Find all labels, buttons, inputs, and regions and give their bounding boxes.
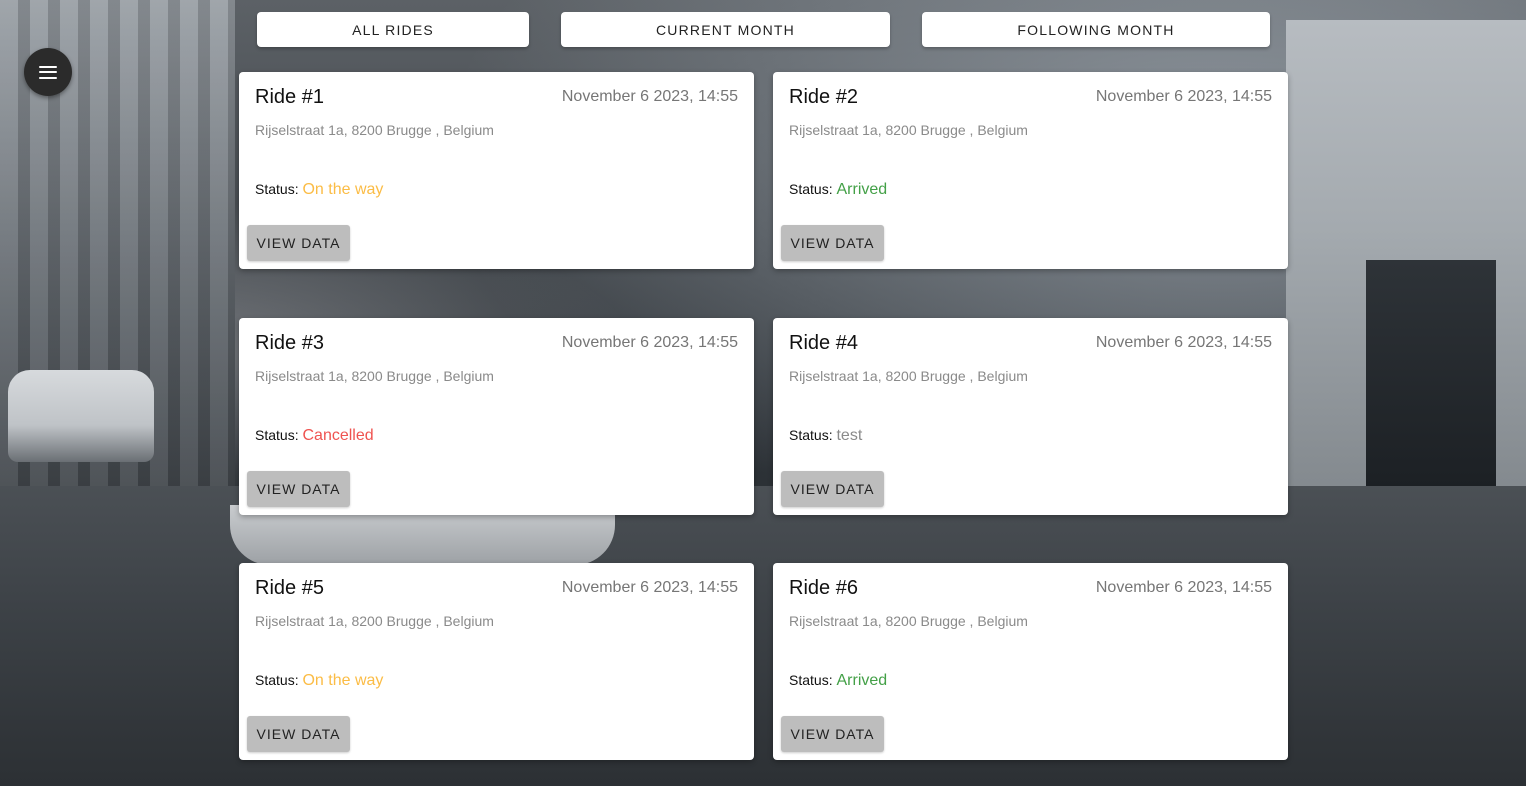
ride-card: Ride #6 November 6 2023, 14:55 Rijselstr… [773, 563, 1288, 760]
view-data-button[interactable]: VIEW DATA [247, 225, 350, 261]
status-value: test [836, 427, 863, 444]
view-data-button[interactable]: VIEW DATA [781, 716, 884, 752]
background-car [8, 370, 154, 462]
ride-title: Ride #1 [255, 86, 324, 108]
ride-date: November 6 2023, 14:55 [1095, 579, 1272, 596]
ride-title: Ride #3 [255, 332, 324, 354]
ride-status: Status: Cancelled [255, 427, 374, 445]
ride-title: Ride #5 [255, 577, 324, 599]
ride-status: Status: On the way [255, 181, 383, 199]
background-road [0, 486, 1526, 786]
ride-card: Ride #4 November 6 2023, 14:55 Rijselstr… [773, 318, 1288, 515]
background-street-photo [0, 0, 1526, 786]
view-data-button[interactable]: VIEW DATA [781, 225, 884, 261]
ride-card: Ride #2 November 6 2023, 14:55 Rijselstr… [773, 72, 1288, 269]
view-data-button[interactable]: VIEW DATA [781, 471, 884, 507]
ride-status: Status: Arrived [789, 181, 887, 199]
status-value: On the way [302, 181, 384, 198]
ride-title: Ride #2 [789, 86, 858, 108]
ride-date: November 6 2023, 14:55 [561, 334, 738, 351]
hamburger-menu-icon [39, 65, 57, 79]
ride-address: Rijselstraat 1a, 8200 Brugge , Belgium [255, 122, 494, 138]
filter-all-rides-button[interactable]: ALL RIDES [257, 12, 529, 47]
status-label: Status: [255, 181, 299, 197]
status-label: Status: [789, 181, 833, 197]
ride-address: Rijselstraat 1a, 8200 Brugge , Belgium [255, 368, 494, 384]
ride-date: November 6 2023, 14:55 [1095, 88, 1272, 105]
status-label: Status: [255, 427, 299, 443]
filter-current-month-button[interactable]: CURRENT MONTH [561, 12, 890, 47]
status-label: Status: [789, 672, 833, 688]
ride-status: Status: Arrived [789, 672, 887, 690]
ride-status: Status: test [789, 427, 862, 445]
ride-address: Rijselstraat 1a, 8200 Brugge , Belgium [789, 613, 1028, 629]
status-value: Arrived [836, 672, 888, 689]
background-window [1366, 260, 1496, 490]
status-label: Status: [255, 672, 299, 688]
status-label: Status: [789, 427, 833, 443]
filter-following-month-button[interactable]: FOLLOWING MONTH [922, 12, 1270, 47]
ride-address: Rijselstraat 1a, 8200 Brugge , Belgium [789, 368, 1028, 384]
ride-date: November 6 2023, 14:55 [561, 579, 738, 596]
ride-card: Ride #5 November 6 2023, 14:55 Rijselstr… [239, 563, 754, 760]
menu-button[interactable] [24, 48, 72, 96]
ride-card: Ride #3 November 6 2023, 14:55 Rijselstr… [239, 318, 754, 515]
ride-title: Ride #6 [789, 577, 858, 599]
ride-title: Ride #4 [789, 332, 858, 354]
view-data-button[interactable]: VIEW DATA [247, 471, 350, 507]
view-data-button[interactable]: VIEW DATA [247, 716, 350, 752]
ride-address: Rijselstraat 1a, 8200 Brugge , Belgium [789, 122, 1028, 138]
ride-status: Status: On the way [255, 672, 383, 690]
status-value: Cancelled [302, 427, 374, 444]
status-value: On the way [302, 672, 384, 689]
ride-date: November 6 2023, 14:55 [1095, 334, 1272, 351]
status-value: Arrived [836, 181, 888, 198]
ride-address: Rijselstraat 1a, 8200 Brugge , Belgium [255, 613, 494, 629]
ride-date: November 6 2023, 14:55 [561, 88, 738, 105]
ride-card: Ride #1 November 6 2023, 14:55 Rijselstr… [239, 72, 754, 269]
